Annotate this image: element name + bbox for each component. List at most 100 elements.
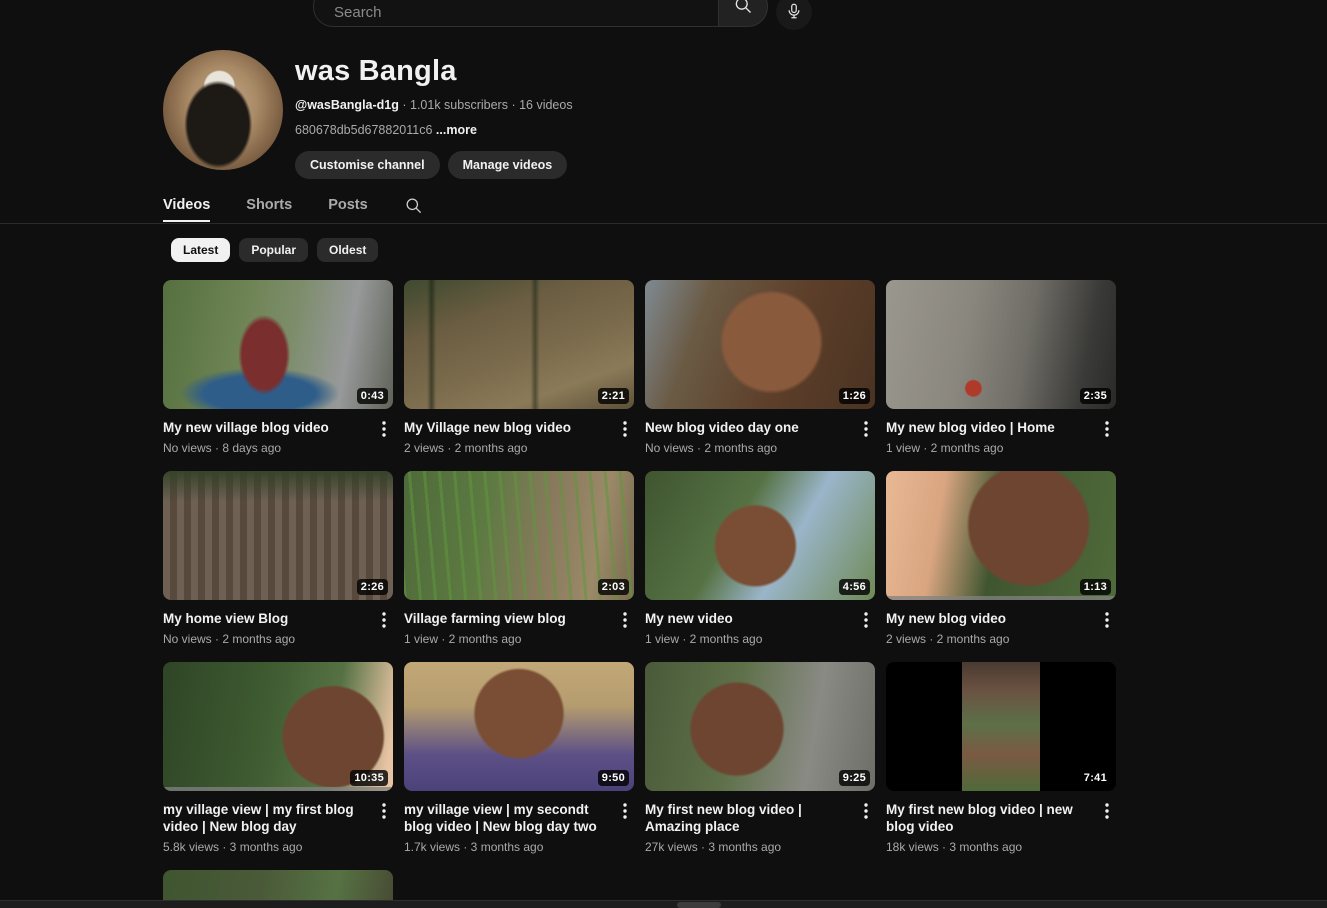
- video-meta: No views · 2 months ago: [645, 441, 778, 455]
- duration-badge: 9:25: [838, 770, 870, 786]
- tab-posts[interactable]: Posts: [328, 197, 368, 222]
- horizontal-scrollbar-thumb[interactable]: [677, 902, 721, 908]
- video-card: 10:35 my village view | my first blog vi…: [163, 662, 393, 854]
- video-info: My first new blog video | Amazing place …: [645, 801, 875, 854]
- video-meta: 1 view · 2 months ago: [645, 632, 763, 646]
- watch-progress-bar: [163, 787, 393, 791]
- channel-subline: · 1.01k subscribers · 16 videos: [402, 98, 573, 112]
- mic-button[interactable]: [776, 0, 812, 30]
- tab-shorts[interactable]: Shorts: [246, 197, 292, 222]
- video-info: My first new blog video | new blog video…: [886, 801, 1116, 854]
- video-thumbnail[interactable]: 10:35: [163, 662, 393, 791]
- duration-badge: 0:43: [356, 388, 388, 404]
- kebab-menu-icon[interactable]: [375, 801, 393, 821]
- video-info: my village view | my first blog video | …: [163, 801, 393, 854]
- kebab-menu-icon[interactable]: [857, 419, 875, 439]
- video-thumbnail[interactable]: 4:56: [645, 471, 875, 600]
- duration-badge: 1:13: [1079, 579, 1111, 595]
- manage-videos-button[interactable]: Manage videos: [447, 151, 568, 179]
- top-search-bar: [0, 0, 1327, 30]
- duration-badge: 2:26: [356, 579, 388, 595]
- video-title[interactable]: My first new blog video | Amazing place: [645, 801, 851, 835]
- video-thumbnail[interactable]: 1:13: [886, 471, 1116, 600]
- duration-badge: 7:41: [1079, 770, 1111, 786]
- video-title[interactable]: My new video: [645, 610, 851, 627]
- video-card: 9:25 My first new blog video | Amazing p…: [645, 662, 875, 854]
- search-input[interactable]: [313, 0, 719, 27]
- video-thumbnail[interactable]: 2:35: [886, 280, 1116, 409]
- duration-badge: 2:35: [1079, 388, 1111, 404]
- channel-description-text: 680678db5d67882011c6: [295, 123, 433, 137]
- video-meta: 1 view · 2 months ago: [404, 632, 522, 646]
- video-meta: 2 views · 2 months ago: [404, 441, 528, 455]
- video-meta: 1 view · 2 months ago: [886, 441, 1004, 455]
- video-thumbnail[interactable]: 2:26: [163, 471, 393, 600]
- youtube-channel-page: was Bangla @wasBangla-d1g · 1.01k subscr…: [0, 0, 1327, 908]
- video-info: my village view | my secondt blog video …: [404, 801, 634, 854]
- video-info: Village farming view blog 1 view · 2 mon…: [404, 610, 634, 646]
- kebab-menu-icon[interactable]: [1098, 419, 1116, 439]
- kebab-menu-icon[interactable]: [616, 419, 634, 439]
- video-meta: 27k views · 3 months ago: [645, 840, 782, 854]
- video-title[interactable]: New blog video day one: [645, 419, 851, 436]
- more-button[interactable]: ...more: [436, 123, 477, 137]
- video-card: 1:26 New blog video day one No views · 2…: [645, 280, 875, 455]
- video-title[interactable]: My new village blog video: [163, 419, 369, 436]
- kebab-menu-icon[interactable]: [1098, 801, 1116, 821]
- video-title[interactable]: my village view | my secondt blog video …: [404, 801, 610, 835]
- kebab-menu-icon[interactable]: [857, 610, 875, 630]
- video-title[interactable]: My Village new blog video: [404, 419, 610, 436]
- video-title[interactable]: My new blog video: [886, 610, 1092, 627]
- video-thumbnail[interactable]: 1:26: [645, 280, 875, 409]
- video-grid: 0:43 My new village blog video No views …: [163, 280, 1116, 908]
- video-info: My home view Blog No views · 2 months ag…: [163, 610, 393, 646]
- kebab-menu-icon[interactable]: [616, 610, 634, 630]
- video-card: 2:26 My home view Blog No views · 2 mont…: [163, 471, 393, 646]
- search-icon: [733, 0, 753, 18]
- video-thumbnail[interactable]: 9:50: [404, 662, 634, 791]
- channel-meta-line: @wasBangla-d1g · 1.01k subscribers · 16 …: [295, 98, 573, 112]
- channel-description: 680678db5d67882011c6 ...more: [295, 123, 573, 137]
- channel-tabs: Videos Shorts Posts: [163, 195, 1327, 223]
- kebab-menu-icon[interactable]: [616, 801, 634, 821]
- video-card: 2:03 Village farming view blog 1 view · …: [404, 471, 634, 646]
- kebab-menu-icon[interactable]: [857, 801, 875, 821]
- channel-actions: Customise channel Manage videos: [295, 151, 573, 179]
- kebab-menu-icon[interactable]: [375, 419, 393, 439]
- video-meta: 18k views · 3 months ago: [886, 840, 1023, 854]
- horizontal-scrollbar[interactable]: [0, 900, 1327, 908]
- video-title[interactable]: My new blog video | Home: [886, 419, 1092, 436]
- kebab-menu-icon[interactable]: [1098, 610, 1116, 630]
- video-title[interactable]: My home view Blog: [163, 610, 369, 627]
- video-card: 7:41 My first new blog video | new blog …: [886, 662, 1116, 854]
- channel-handle: @wasBangla-d1g: [295, 98, 399, 112]
- search-button[interactable]: [719, 0, 768, 27]
- video-thumbnail[interactable]: 2:21: [404, 280, 634, 409]
- channel-avatar[interactable]: [163, 50, 283, 170]
- video-info: My new village blog video No views · 8 d…: [163, 419, 393, 455]
- video-title[interactable]: My first new blog video | new blog video: [886, 801, 1092, 835]
- mic-icon: [785, 2, 803, 23]
- video-thumbnail[interactable]: 2:03: [404, 471, 634, 600]
- filter-chips: Latest Popular Oldest: [171, 238, 1327, 262]
- chip-popular[interactable]: Popular: [239, 238, 309, 262]
- video-meta: 1.7k views · 3 months ago: [404, 840, 544, 854]
- duration-badge: 2:21: [597, 388, 629, 404]
- search-box: [313, 0, 768, 27]
- watch-progress-bar: [886, 596, 1116, 600]
- tab-videos[interactable]: Videos: [163, 197, 211, 222]
- video-thumbnail[interactable]: 0:43: [163, 280, 393, 409]
- chip-latest[interactable]: Latest: [171, 238, 231, 262]
- kebab-menu-icon[interactable]: [375, 610, 393, 630]
- video-thumbnail[interactable]: 7:41: [886, 662, 1116, 791]
- customise-channel-button[interactable]: Customise channel: [295, 151, 440, 179]
- video-thumbnail[interactable]: 9:25: [645, 662, 875, 791]
- video-title[interactable]: Village farming view blog: [404, 610, 610, 627]
- tabs-divider: [0, 223, 1327, 224]
- tab-search-icon[interactable]: [404, 196, 423, 223]
- video-card: 4:56 My new video 1 view · 2 months ago: [645, 471, 875, 646]
- video-info: My new blog video | Home 1 view · 2 mont…: [886, 419, 1116, 455]
- duration-badge: 10:35: [350, 770, 388, 786]
- video-title[interactable]: my village view | my first blog video | …: [163, 801, 369, 835]
- chip-oldest[interactable]: Oldest: [317, 238, 379, 262]
